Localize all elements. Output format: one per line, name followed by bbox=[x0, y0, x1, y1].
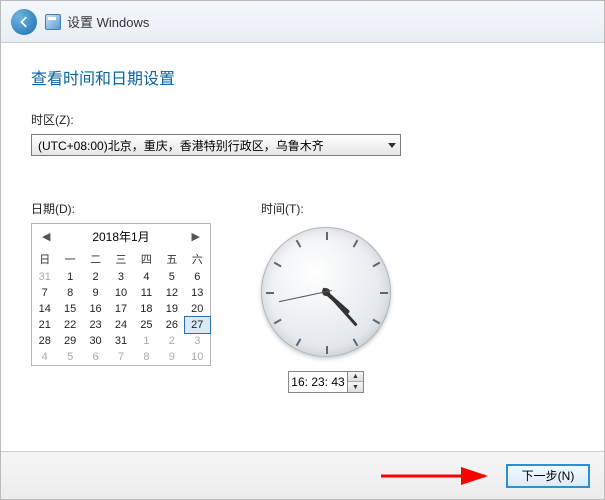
calendar-day[interactable]: 7 bbox=[32, 285, 57, 301]
calendar-day[interactable]: 29 bbox=[57, 333, 82, 349]
timezone-select[interactable]: (UTC+08:00)北京，重庆，香港特别行政区，乌鲁木齐 bbox=[31, 134, 401, 156]
timezone-label: 时区(Z): bbox=[31, 111, 574, 128]
setup-icon bbox=[45, 14, 61, 30]
calendar-day[interactable]: 8 bbox=[57, 285, 82, 301]
calendar-day[interactable]: 5 bbox=[159, 269, 184, 285]
calendar-day[interactable]: 23 bbox=[83, 317, 108, 333]
arrow-left-icon bbox=[17, 15, 31, 29]
calendar-day[interactable]: 3 bbox=[108, 269, 133, 285]
calendar-day[interactable]: 10 bbox=[185, 349, 210, 365]
calendar-day[interactable]: 6 bbox=[83, 349, 108, 365]
page-title: 查看时间和日期设置 bbox=[31, 65, 574, 89]
chevron-down-icon bbox=[388, 143, 396, 148]
calendar-day[interactable]: 15 bbox=[57, 301, 82, 317]
calendar-day[interactable]: 31 bbox=[108, 333, 133, 349]
calendar-day[interactable]: 11 bbox=[134, 285, 159, 301]
calendar-day[interactable]: 4 bbox=[134, 269, 159, 285]
time-down-button[interactable]: ▼ bbox=[348, 382, 363, 392]
calendar-day[interactable]: 27 bbox=[185, 317, 210, 333]
calendar-day[interactable]: 10 bbox=[108, 285, 133, 301]
calendar-dow: 四 bbox=[134, 249, 159, 269]
calendar-dow: 六 bbox=[185, 249, 210, 269]
analog-clock bbox=[261, 227, 391, 357]
calendar-day[interactable]: 12 bbox=[159, 285, 184, 301]
window-header: 设置 Windows bbox=[1, 1, 604, 43]
calendar-day[interactable]: 9 bbox=[159, 349, 184, 365]
calendar-dow: 三 bbox=[108, 249, 133, 269]
next-button[interactable]: 下一步(N) bbox=[506, 464, 590, 488]
time-label: 时间(T): bbox=[261, 200, 391, 217]
calendar-day[interactable]: 25 bbox=[134, 317, 159, 333]
content-area: 查看时间和日期设置 时区(Z): (UTC+08:00)北京，重庆，香港特别行政… bbox=[1, 43, 604, 451]
calendar-day[interactable]: 26 bbox=[159, 317, 184, 333]
calendar-day[interactable]: 9 bbox=[83, 285, 108, 301]
footer: 下一步(N) bbox=[1, 451, 604, 499]
calendar-prev-button[interactable]: ◀ bbox=[38, 230, 54, 243]
time-spinner[interactable]: ▲ ▼ bbox=[288, 371, 364, 393]
calendar-day[interactable]: 1 bbox=[57, 269, 82, 285]
calendar-day[interactable]: 6 bbox=[185, 269, 210, 285]
calendar-day[interactable]: 21 bbox=[32, 317, 57, 333]
calendar-day[interactable]: 13 bbox=[185, 285, 210, 301]
calendar-day[interactable]: 16 bbox=[83, 301, 108, 317]
calendar-day[interactable]: 28 bbox=[32, 333, 57, 349]
back-button[interactable] bbox=[11, 9, 37, 35]
timezone-value: (UTC+08:00)北京，重庆，香港特别行政区，乌鲁木齐 bbox=[38, 137, 324, 154]
calendar-day[interactable]: 7 bbox=[108, 349, 133, 365]
calendar-day[interactable]: 24 bbox=[108, 317, 133, 333]
annotation-arrow bbox=[381, 464, 501, 491]
calendar-day[interactable]: 18 bbox=[134, 301, 159, 317]
calendar-day[interactable]: 5 bbox=[57, 349, 82, 365]
calendar-day[interactable]: 2 bbox=[159, 333, 184, 349]
date-label: 日期(D): bbox=[31, 200, 211, 217]
calendar-dow: 一 bbox=[57, 249, 82, 269]
time-input[interactable] bbox=[289, 373, 347, 391]
calendar: ◀ 2018年1月 ▶ 日一二三四五六311234567891011121314… bbox=[31, 223, 211, 366]
calendar-day[interactable]: 3 bbox=[185, 333, 210, 349]
calendar-day[interactable]: 1 bbox=[134, 333, 159, 349]
calendar-day[interactable]: 30 bbox=[83, 333, 108, 349]
window-title: 设置 Windows bbox=[67, 12, 149, 31]
calendar-dow: 日 bbox=[32, 249, 57, 269]
calendar-day[interactable]: 22 bbox=[57, 317, 82, 333]
calendar-title: 2018年1月 bbox=[92, 228, 149, 245]
calendar-day[interactable]: 4 bbox=[32, 349, 57, 365]
calendar-day[interactable]: 2 bbox=[83, 269, 108, 285]
calendar-day[interactable]: 31 bbox=[32, 269, 57, 285]
calendar-dow: 二 bbox=[83, 249, 108, 269]
time-up-button[interactable]: ▲ bbox=[348, 372, 363, 382]
calendar-day[interactable]: 17 bbox=[108, 301, 133, 317]
calendar-day[interactable]: 19 bbox=[159, 301, 184, 317]
calendar-day[interactable]: 14 bbox=[32, 301, 57, 317]
calendar-day[interactable]: 20 bbox=[185, 301, 210, 317]
calendar-next-button[interactable]: ▶ bbox=[188, 230, 204, 243]
calendar-dow: 五 bbox=[159, 249, 184, 269]
calendar-day[interactable]: 8 bbox=[134, 349, 159, 365]
